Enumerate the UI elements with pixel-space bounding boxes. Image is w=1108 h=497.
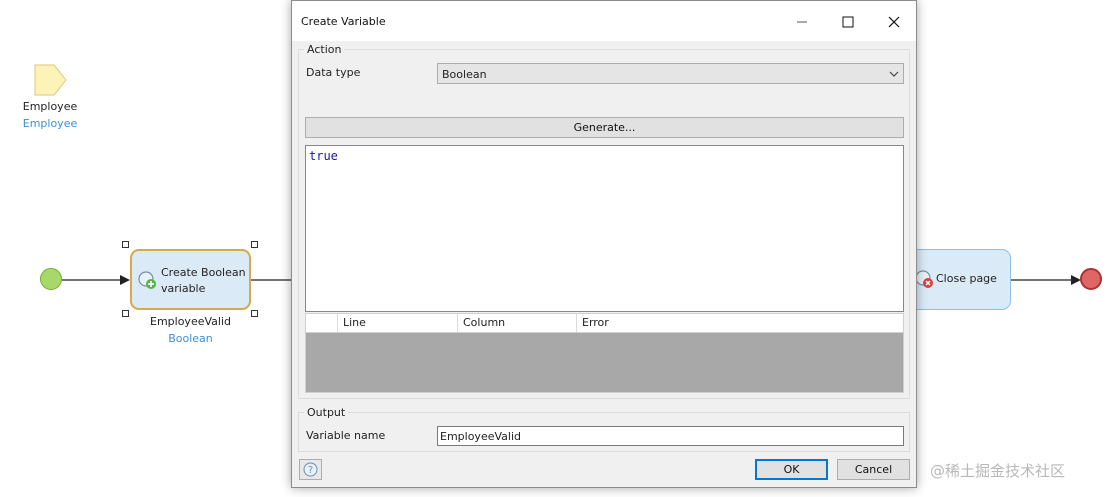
- selection-handle-tr[interactable]: [251, 241, 258, 248]
- dialog-titlebar[interactable]: Create Variable: [292, 1, 916, 41]
- help-button[interactable]: ?: [299, 459, 322, 480]
- sequence-flow-line[interactable]: [251, 272, 293, 288]
- maximize-button[interactable]: [826, 9, 870, 35]
- data-type-select[interactable]: Boolean: [437, 63, 904, 84]
- output-variable-name: EmployeeValid: [150, 315, 231, 328]
- expression-text: true: [309, 149, 338, 163]
- variable-name-input[interactable]: EmployeeValid: [437, 426, 904, 446]
- error-list-col-error[interactable]: Error: [577, 314, 903, 332]
- data-type-label: Data type: [306, 66, 361, 79]
- error-list[interactable]: Line Column Error: [305, 313, 904, 393]
- end-event[interactable]: [1080, 268, 1102, 290]
- create-variable-activity[interactable]: Create Boolean variable: [130, 249, 251, 310]
- close-page-icon: [914, 269, 934, 292]
- error-list-col-line[interactable]: Line: [338, 314, 458, 332]
- minimize-icon: [797, 21, 807, 23]
- svg-text:?: ?: [308, 465, 313, 476]
- output-variable-type: Boolean: [168, 332, 213, 345]
- dialog-title: Create Variable: [301, 15, 386, 28]
- data-type-value: Boolean: [442, 68, 487, 81]
- selection-handle-tl[interactable]: [122, 241, 129, 248]
- close-icon: [888, 16, 900, 28]
- sequence-flow-arrow-end[interactable]: [1011, 272, 1081, 288]
- selection-handle-bl[interactable]: [122, 310, 129, 317]
- activity-label: Create Boolean variable: [161, 266, 246, 295]
- create-variable-dialog: Create Variable Action Data type Boolean…: [291, 0, 917, 488]
- help-icon: ?: [303, 462, 318, 477]
- error-list-col-select[interactable]: [306, 314, 338, 332]
- sequence-flow-arrow[interactable]: [62, 272, 130, 288]
- selection-handle-br[interactable]: [251, 310, 258, 317]
- generate-button[interactable]: Generate...: [305, 117, 904, 138]
- action-group-label: Action: [304, 43, 345, 56]
- error-list-col-column[interactable]: Column: [458, 314, 577, 332]
- maximize-icon: [842, 16, 854, 28]
- start-event[interactable]: [40, 268, 62, 290]
- error-list-header: Line Column Error: [306, 314, 903, 333]
- ok-button[interactable]: OK: [755, 459, 828, 480]
- expression-editor[interactable]: true: [305, 145, 904, 312]
- cancel-button[interactable]: Cancel: [837, 459, 910, 480]
- close-page-label: Close page: [936, 272, 997, 285]
- close-button[interactable]: [872, 9, 916, 35]
- watermark: @稀土掘金技术社区: [930, 462, 1066, 480]
- minimize-button[interactable]: [780, 9, 824, 35]
- output-group-label: Output: [304, 406, 349, 419]
- parameter-icon[interactable]: [34, 64, 68, 99]
- create-variable-icon: [137, 270, 157, 293]
- variable-name-label: Variable name: [306, 429, 386, 442]
- parameter-name: Employee: [22, 100, 78, 113]
- parameter-type: Employee: [22, 117, 78, 130]
- chevron-down-icon: [889, 71, 899, 77]
